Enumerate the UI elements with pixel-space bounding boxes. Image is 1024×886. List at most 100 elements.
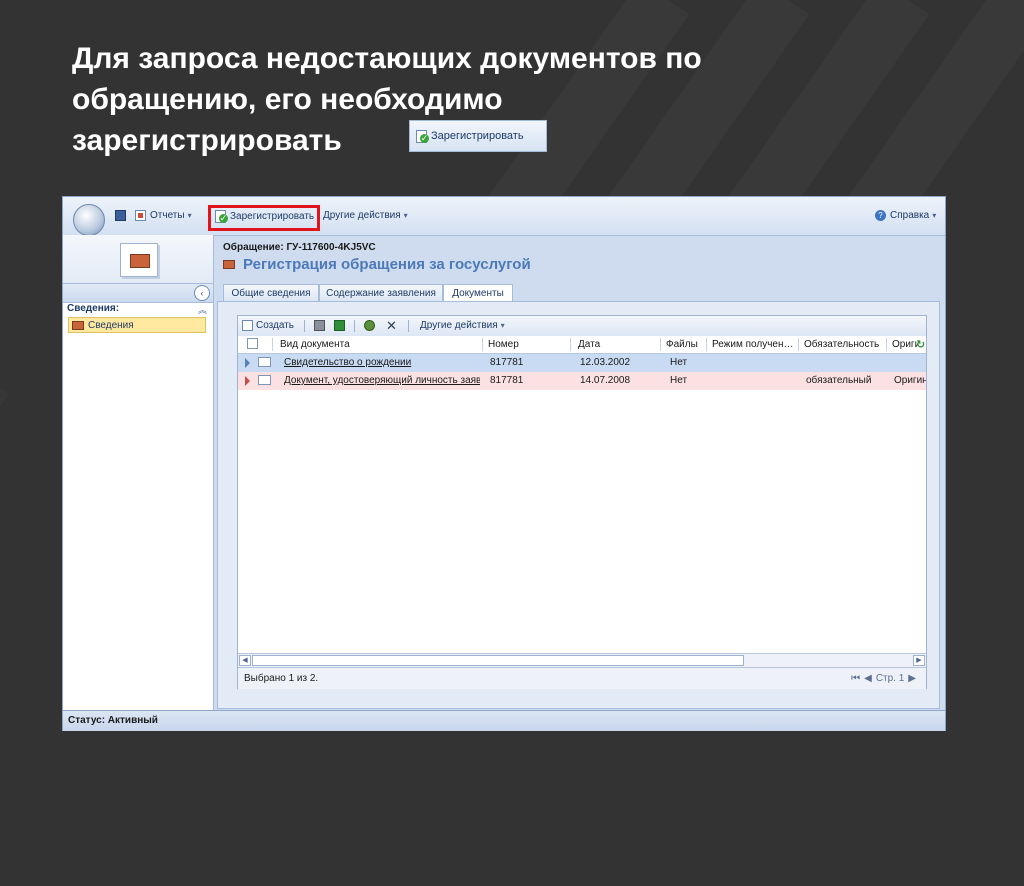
record-status: Статус: Активный (68, 715, 158, 726)
column-separator (272, 338, 273, 351)
pager: ⏮ ◀ Стр. 1 ▶ (851, 673, 916, 684)
next-page-icon[interactable]: ▶ (908, 673, 916, 684)
export-excel-button[interactable] (334, 320, 348, 331)
column-doc-type[interactable]: Вид документа (280, 339, 480, 350)
crm-window: Отчеты ▾ Зарегистрировать Другие действи… (62, 196, 946, 731)
column-original[interactable]: Ориги (892, 339, 918, 350)
help-icon: ? (875, 210, 886, 221)
column-separator (570, 338, 571, 351)
doc-required: обязательный (806, 375, 872, 386)
scroll-left-icon[interactable]: ◀ (239, 655, 251, 666)
print-icon (314, 320, 325, 331)
grid-other-actions-menu[interactable]: Другие действия ▾ (420, 320, 505, 331)
reports-menu[interactable]: Отчеты ▾ (135, 210, 192, 221)
document-icon (258, 357, 271, 367)
grid-footer: Выбрано 1 из 2. ⏮ ◀ Стр. 1 ▶ (238, 667, 926, 689)
create-label: Создать (256, 320, 295, 331)
print-button[interactable] (314, 320, 328, 331)
chevron-down-icon: ▾ (932, 211, 937, 220)
tab-application-content[interactable]: Содержание заявления (319, 284, 443, 301)
toolbar-separator (304, 320, 305, 332)
report-icon (135, 210, 146, 221)
column-receive-mode[interactable]: Режим получен… (712, 339, 796, 350)
tab-documents[interactable]: Документы (443, 284, 513, 302)
nav-item-details[interactable]: Сведения (68, 317, 206, 333)
record-number: Обращение: ГУ-117600-4KJ5VC (223, 242, 376, 253)
save-icon (115, 210, 126, 221)
document-icon (258, 375, 271, 385)
first-page-icon[interactable]: ⏮ (851, 673, 860, 684)
toolbar-separator (354, 320, 355, 332)
doc-type-link[interactable]: Документ, удостоверяющий личность заяв (284, 375, 480, 386)
previous-page-icon[interactable]: ◀ (864, 673, 872, 684)
doc-original: Оригин (894, 375, 926, 386)
other-actions-menu[interactable]: Другие действия ▾ (323, 210, 408, 221)
table-row[interactable]: Свидетельство о рождении 817781 12.03.20… (238, 354, 926, 372)
excel-icon (334, 320, 345, 331)
record-type-icon (120, 243, 158, 277)
reports-label: Отчеты (150, 210, 185, 221)
column-separator (482, 338, 483, 351)
column-separator (660, 338, 661, 351)
nav-item-label: Сведения (88, 319, 134, 331)
app-menu-orb[interactable] (73, 204, 105, 236)
toolbar-separator (408, 320, 409, 332)
doc-number: 817781 (490, 357, 524, 368)
page-indicator: Стр. 1 (875, 673, 905, 684)
other-actions-label: Другие действия (323, 210, 401, 221)
chevron-down-icon: ▾ (187, 211, 192, 220)
column-separator (706, 338, 707, 351)
nav-header (63, 235, 213, 283)
register-highlight-frame (208, 205, 320, 231)
slide-title-line: Для запроса недостающих документов по (72, 42, 702, 75)
help-label: Справка (890, 210, 930, 221)
column-files[interactable]: Файлы (666, 339, 704, 350)
doc-files: Нет (670, 375, 688, 386)
create-button[interactable]: Создать (242, 320, 294, 331)
background-stripe (0, 360, 10, 886)
doc-date: 14.07.2008 (580, 375, 631, 386)
horizontal-scrollbar[interactable]: ◀ ▶ (238, 653, 926, 667)
doc-files: Нет (670, 357, 688, 368)
doc-type-link[interactable]: Свидетельство о рождении (284, 357, 480, 368)
assign-button[interactable] (364, 320, 378, 331)
column-number[interactable]: Номер (488, 339, 568, 350)
column-required[interactable]: Обязательность (804, 339, 884, 350)
refresh-icon[interactable]: ↻ (916, 338, 926, 350)
grid-toolbar: Создать ✕ Другие действия ▾ (238, 316, 926, 337)
doc-date: 12.03.2002 (580, 357, 631, 368)
left-nav: ‹ Сведения: ︽ Сведения (63, 235, 214, 710)
documents-grid: Создать ✕ Другие действия ▾ Вид документ… (237, 315, 927, 689)
chevron-down-icon: ▾ (403, 211, 408, 220)
user-assign-icon (364, 320, 375, 331)
scrollbar-thumb[interactable] (252, 655, 744, 666)
column-date[interactable]: Дата (578, 339, 658, 350)
close-icon: ✕ (386, 318, 397, 333)
tab-general[interactable]: Общие сведения (223, 284, 319, 301)
record-icon (223, 260, 235, 269)
nav-collapse-bar: ‹ (63, 283, 213, 303)
save-button[interactable] (115, 210, 130, 221)
doc-number: 817781 (490, 375, 524, 386)
nav-section-title: Сведения: (67, 303, 120, 314)
details-icon (72, 320, 84, 330)
help-menu[interactable]: ? Справка ▾ (875, 210, 936, 221)
grid-other-actions-label: Другие действия (420, 320, 498, 331)
row-expand-icon[interactable] (245, 358, 250, 368)
main-toolbar: Отчеты ▾ Зарегистрировать Другие действи… (63, 197, 945, 236)
collapse-left-icon[interactable]: ‹ (194, 285, 210, 301)
new-record-icon (242, 320, 253, 331)
register-button-preview: Зарегистрировать (409, 120, 547, 152)
record-title-text: Регистрация обращения за госуслугой (243, 256, 531, 273)
slide-title-line: обращению, его необходимо (72, 83, 503, 116)
grid-header: Вид документа Номер Дата Файлы Режим пол… (238, 336, 926, 354)
register-button-preview-label: Зарегистрировать (431, 130, 524, 142)
delete-button[interactable]: ✕ (386, 318, 397, 334)
column-separator (886, 338, 887, 351)
scroll-right-icon[interactable]: ▶ (913, 655, 925, 666)
collapse-up-icon[interactable]: ︽ (198, 303, 207, 316)
row-expand-icon[interactable] (245, 376, 250, 386)
register-doc-icon (416, 129, 429, 143)
table-row[interactable]: Документ, удостоверяющий личность заяв 8… (238, 372, 926, 390)
select-all-checkbox[interactable] (247, 338, 258, 349)
